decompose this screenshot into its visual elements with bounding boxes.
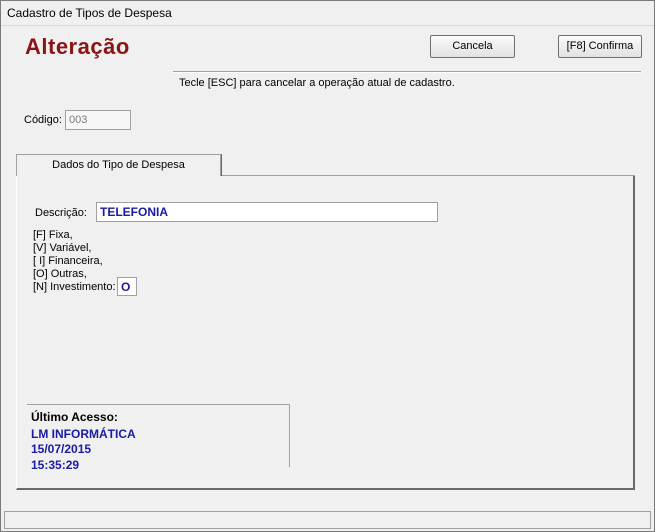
description-field[interactable] [96, 202, 438, 222]
hint-text: Tecle [ESC] para cancelar a operação atu… [179, 77, 455, 89]
type-option-outras: [O] Outras, [33, 268, 87, 280]
type-option-variavel: [V] Variável, [33, 242, 92, 254]
last-access-time: 15:35:29 [31, 458, 80, 472]
tab-dados-tipo-despesa[interactable]: Dados do Tipo de Despesa [16, 154, 221, 176]
mode-title: Alteração [25, 34, 130, 59]
type-option-investimento: [N] Investimento: [33, 281, 116, 293]
title-bar: Cadastro de Tipos de Despesa [1, 1, 654, 26]
window-title: Cadastro de Tipos de Despesa [7, 6, 172, 20]
type-option-financeira: [ I] Financeira, [33, 255, 103, 267]
last-access-date: 15/07/2015 [31, 442, 92, 456]
status-bar [4, 511, 651, 529]
type-field[interactable] [117, 277, 137, 296]
window: Cadastro de Tipos de Despesa Alteração C… [0, 0, 655, 532]
code-label: Código: [24, 114, 62, 126]
code-field[interactable] [65, 110, 131, 130]
confirm-button[interactable]: [F8] Confirma [558, 35, 642, 58]
last-access-user: LM INFORMÁTICA [31, 427, 136, 441]
type-option-fixa: [F] Fixa, [33, 229, 73, 241]
cancel-button[interactable]: Cancela [430, 35, 515, 58]
last-access-title: Último Acesso: [31, 410, 118, 424]
tab-panel-edge [221, 175, 635, 176]
description-label: Descrição: [35, 207, 87, 219]
header-divider [173, 71, 641, 73]
